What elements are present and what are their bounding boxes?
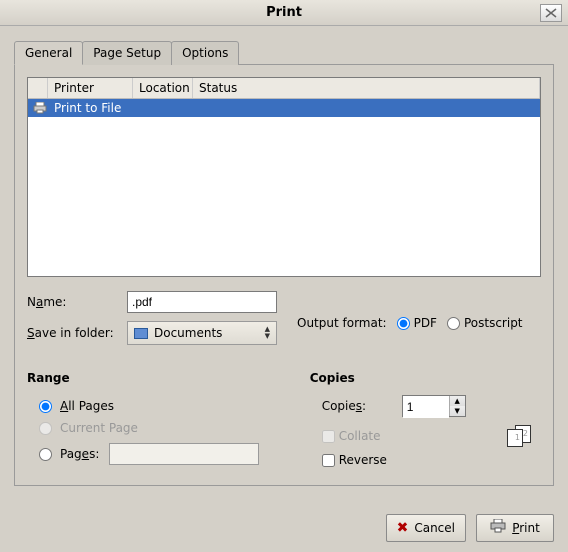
col-header-status[interactable]: Status bbox=[193, 78, 540, 98]
copies-spinner[interactable]: ▲ ▼ bbox=[402, 395, 466, 417]
window-titlebar: Print bbox=[0, 0, 568, 26]
col-header-printer[interactable]: Printer bbox=[48, 78, 133, 98]
printer-list[interactable]: Printer Location Status Print to File bbox=[27, 77, 541, 277]
filename-input[interactable] bbox=[127, 291, 277, 313]
save-folder-value: Documents bbox=[154, 326, 265, 340]
check-collate: Collate 2 1 bbox=[310, 425, 541, 447]
tab-options[interactable]: Options bbox=[171, 41, 239, 65]
output-format-label: Output format: bbox=[297, 316, 387, 330]
close-window-button[interactable] bbox=[540, 4, 562, 22]
radio-all-pages[interactable]: All Pages bbox=[27, 395, 310, 417]
printer-row-name: Print to File bbox=[54, 101, 121, 115]
col-header-location[interactable]: Location bbox=[133, 78, 193, 98]
printer-row[interactable]: Print to File bbox=[28, 99, 540, 117]
radio-postscript[interactable]: Postscript bbox=[447, 316, 523, 330]
printer-list-header: Printer Location Status bbox=[28, 78, 540, 99]
spin-down[interactable]: ▼ bbox=[450, 406, 465, 416]
tab-bar: General Page Setup Options bbox=[14, 41, 554, 65]
updown-icon: ▲▼ bbox=[265, 326, 270, 340]
check-reverse[interactable]: Reverse bbox=[310, 453, 541, 467]
close-icon bbox=[545, 8, 557, 18]
cancel-button[interactable]: ✖ Cancel bbox=[386, 514, 466, 542]
copies-title: Copies bbox=[310, 371, 541, 385]
save-folder-label: Save in folder: bbox=[27, 326, 127, 340]
cancel-icon: ✖ bbox=[397, 520, 409, 536]
folder-icon bbox=[134, 328, 148, 339]
copies-input[interactable] bbox=[403, 396, 449, 418]
range-title: Range bbox=[27, 371, 310, 385]
radio-pages[interactable]: Pages: bbox=[27, 439, 310, 469]
window-title: Print bbox=[0, 5, 568, 20]
printer-icon bbox=[490, 519, 506, 537]
tab-general[interactable]: General bbox=[14, 41, 83, 65]
save-folder-combo[interactable]: Documents ▲▼ bbox=[127, 321, 277, 345]
collate-icon: 2 1 bbox=[507, 425, 535, 447]
name-label: Name: bbox=[27, 295, 127, 309]
radio-current-page: Current Page bbox=[27, 417, 310, 439]
radio-pdf[interactable]: PDF bbox=[397, 316, 437, 330]
copies-label: Copies: bbox=[322, 399, 402, 413]
pages-input[interactable] bbox=[109, 443, 259, 465]
print-button[interactable]: Print bbox=[476, 514, 554, 542]
printer-icon bbox=[32, 101, 48, 115]
spin-up[interactable]: ▲ bbox=[450, 396, 465, 406]
tab-panel-general: Printer Location Status Print to File bbox=[14, 64, 554, 486]
dialog-button-bar: ✖ Cancel Print bbox=[0, 500, 568, 542]
tab-page-setup[interactable]: Page Setup bbox=[82, 41, 172, 65]
